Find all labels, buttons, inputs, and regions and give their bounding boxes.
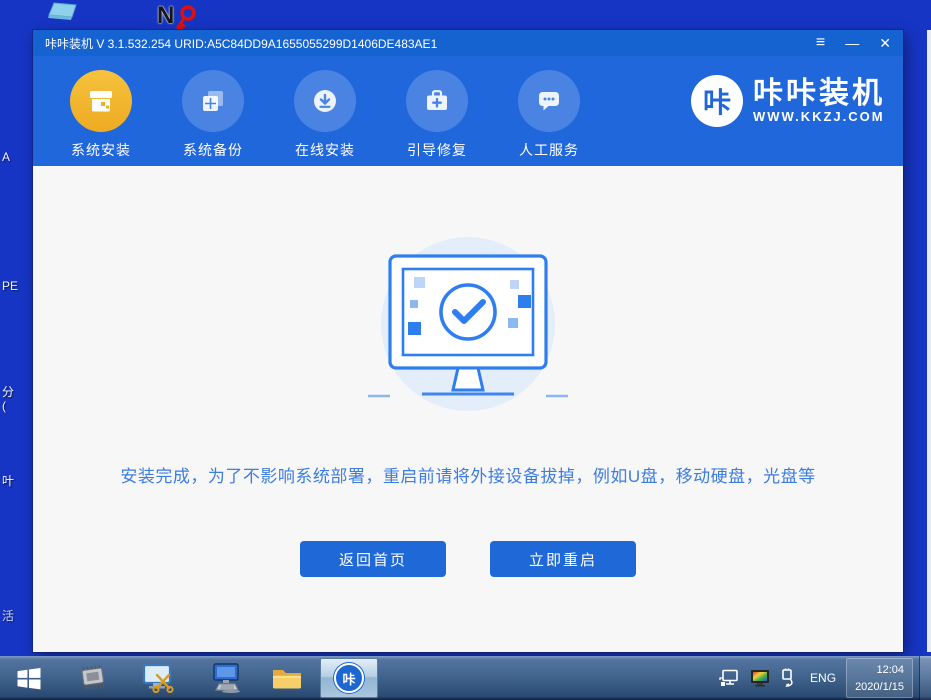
minimize-icon[interactable]: —: [845, 36, 859, 50]
kkzj-app-window: 咔咔装机 V 3.1.532.254 URID:A5C84DD9A1655055…: [33, 30, 903, 652]
system-tray: ENG 12:04 2020/1/15: [719, 656, 931, 700]
desktop-label-fragment: 活: [2, 607, 14, 624]
system-install-icon: [70, 70, 132, 132]
home-button[interactable]: 返回首页: [300, 541, 446, 577]
chat-bubble-icon: [534, 86, 564, 116]
main-content: 安装完成，为了不影响系统部署，重启前请将外接设备拔掉，例如U盘，移动硬盘，光盘等…: [33, 166, 903, 652]
toolbox-plus-icon: [422, 86, 452, 116]
window-title: 咔咔装机 V 3.1.532.254 URID:A5C84DD9A1655055…: [45, 35, 437, 52]
network-icon: [719, 669, 741, 687]
show-desktop-button[interactable]: [919, 656, 931, 700]
taskbar-snipping-tool[interactable]: [140, 663, 176, 693]
brand-site: WWW.KKZJ.COM: [753, 109, 885, 124]
window-titlebar[interactable]: 咔咔装机 V 3.1.532.254 URID:A5C84DD9A1655055…: [33, 30, 903, 56]
nav-item-live-support[interactable]: 人工服务: [493, 56, 605, 166]
windows-logo-icon: [16, 667, 42, 690]
nav-label: 系统备份: [157, 140, 269, 160]
monitor-scissors-icon: [141, 663, 175, 693]
tray-time: 12:04: [855, 662, 904, 679]
nav-header: 系统安装 系统备份 在线安装: [33, 56, 903, 166]
boot-repair-icon: [406, 70, 468, 132]
network-tray-icon[interactable]: [719, 669, 741, 687]
layered-windows-icon: [198, 86, 228, 116]
desktop-laptop-icon[interactable]: [46, 1, 84, 25]
brand-logo: 咔 咔咔装机 WWW.KKZJ.COM: [691, 75, 885, 127]
close-icon[interactable]: ✕: [879, 36, 891, 50]
nav-label: 人工服务: [493, 140, 605, 160]
laptop-icon: [46, 1, 84, 25]
brand-name: 咔咔装机: [753, 78, 885, 110]
kkzj-app-icon: 咔: [334, 663, 364, 693]
live-support-icon: [518, 70, 580, 132]
tray-clock[interactable]: 12:04 2020/1/15: [846, 658, 913, 698]
background-window-edge: [927, 30, 931, 652]
folder-icon: [271, 665, 303, 691]
nav-label: 在线安装: [269, 140, 381, 160]
red-key-icon: [173, 4, 199, 32]
restart-button[interactable]: 立即重启: [490, 541, 636, 577]
desktop-password-tool-icon[interactable]: N: [157, 4, 199, 32]
system-backup-icon: [182, 70, 244, 132]
monitor-check-icon: [350, 236, 586, 416]
usb-eject-tray-icon[interactable]: [779, 668, 797, 688]
start-button[interactable]: [10, 667, 48, 690]
download-icon: [310, 86, 340, 116]
display-color-icon: [750, 669, 770, 687]
chip-icon: [77, 664, 109, 692]
taskbar-file-explorer[interactable]: [270, 665, 304, 691]
menu-icon[interactable]: ≡: [816, 35, 825, 51]
display-settings-tray-icon[interactable]: [750, 669, 770, 687]
desktop-label-fragment: PE: [2, 279, 18, 293]
brand-circle-icon: 咔: [691, 75, 743, 127]
nav-item-online-install[interactable]: 在线安装: [269, 56, 381, 166]
taskbar-cpu-tool[interactable]: [76, 664, 110, 692]
taskbar-computer-tool[interactable]: [204, 663, 242, 693]
online-install-icon: [294, 70, 356, 132]
desktop-label-fragment: 分: [2, 383, 14, 400]
tray-date: 2020/1/15: [855, 679, 904, 696]
completion-message: 安装完成，为了不影响系统部署，重启前请将外接设备拔掉，例如U盘，移动硬盘，光盘等: [33, 462, 903, 487]
desktop-label-fragment: 叶: [2, 472, 14, 489]
n-letter: N: [157, 2, 174, 30]
desktop-label-fragment: (: [2, 399, 6, 413]
success-monitor-illustration: [350, 236, 586, 421]
nav-item-system-backup[interactable]: 系统备份: [157, 56, 269, 166]
usb-eject-icon: [779, 668, 797, 688]
taskbar: 咔: [0, 656, 931, 700]
nav-label: 系统安装: [45, 140, 157, 160]
taskbar-kkzj-app[interactable]: 咔: [320, 658, 378, 698]
nav-item-boot-repair[interactable]: 引导修复: [381, 56, 493, 166]
desktop-label-fragment: A: [2, 150, 10, 164]
nav-item-system-install[interactable]: 系统安装: [45, 56, 157, 166]
language-indicator[interactable]: ENG: [810, 671, 836, 685]
computer-keyboard-icon: [205, 663, 241, 693]
package-icon: [86, 86, 116, 116]
nav-label: 引导修复: [381, 140, 493, 160]
